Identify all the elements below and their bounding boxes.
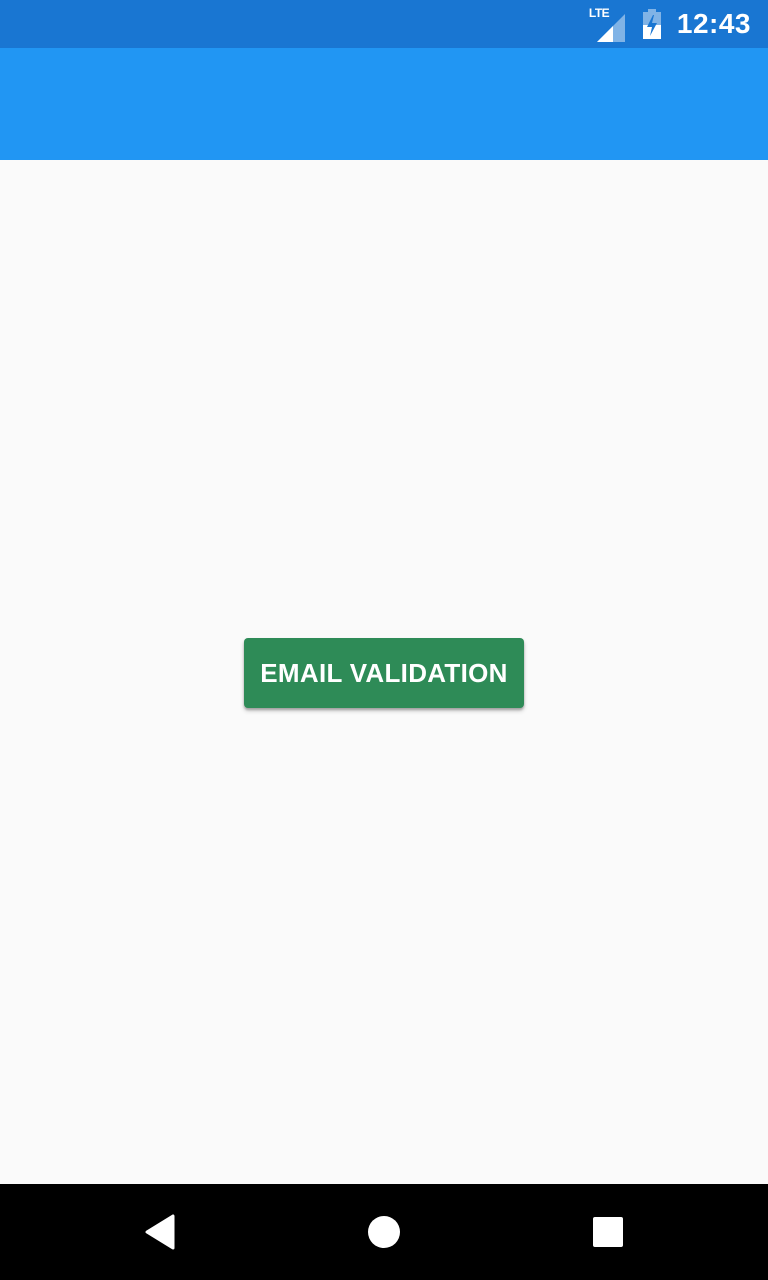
- email-validation-button[interactable]: EMAIL VALIDATION: [244, 638, 524, 708]
- battery-charging-icon: [641, 9, 663, 39]
- status-icons: LTE 12:43: [589, 6, 751, 42]
- recents-icon[interactable]: [574, 1198, 642, 1266]
- lte-signal-icon: LTE: [589, 6, 629, 42]
- home-icon[interactable]: [350, 1198, 418, 1266]
- screen: LTE 12:43 EMAIL VALIDATION: [0, 0, 768, 1280]
- app-bar: [0, 48, 768, 160]
- network-type-label: LTE: [588, 6, 610, 20]
- back-icon[interactable]: [126, 1198, 194, 1266]
- status-bar: LTE 12:43: [0, 0, 768, 48]
- clock: 12:43: [676, 8, 751, 39]
- main-content: EMAIL VALIDATION: [0, 160, 768, 1184]
- navigation-bar: [0, 1184, 768, 1280]
